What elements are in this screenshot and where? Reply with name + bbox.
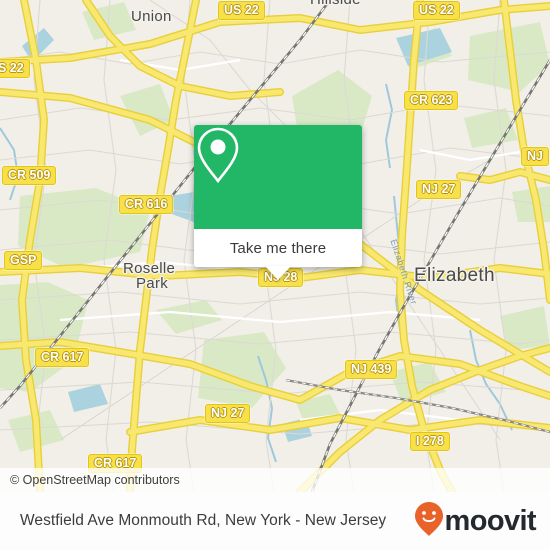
route-shield-nj-right: NJ [521, 147, 549, 166]
route-shield-nj27-lower: NJ 27 [205, 404, 251, 423]
route-shield-nj439: NJ 439 [345, 360, 398, 379]
route-shield-nj27-upper: NJ 27 [416, 180, 462, 199]
route-shield-cr617-upper: CR 617 [35, 348, 90, 367]
map-label-roselle-park: Park [136, 275, 169, 292]
moovit-pin-icon [414, 501, 444, 542]
route-shield-us22-top: US 22 [218, 1, 265, 20]
route-shield-gsp: GSP [4, 251, 43, 270]
map-label-hillside: Hillside [310, 0, 361, 8]
attribution-text: © OpenStreetMap contributors [10, 473, 180, 487]
route-shield-us22-right: US 22 [413, 1, 460, 20]
footer-bar: Westfield Ave Monmouth Rd, New York - Ne… [0, 492, 550, 550]
take-me-there-button[interactable]: Take me there [194, 229, 362, 267]
route-shield-cr616: CR 616 [119, 195, 174, 214]
map-canvas[interactable]: Union Hillside Elizabeth Roselle Park El… [0, 0, 550, 492]
map-attribution: © OpenStreetMap contributors [0, 468, 550, 492]
popup-header [194, 125, 362, 229]
route-shield-cr509: CR 509 [2, 166, 57, 185]
popup-pointer [265, 266, 291, 280]
route-shield-i278: I 278 [410, 432, 450, 451]
moovit-wordmark: moovit [444, 504, 537, 537]
map-label-elizabeth: Elizabeth [414, 265, 495, 286]
route-shield-us22-left: S 22 [0, 59, 30, 78]
location-title: Westfield Ave Monmouth Rd, New York - Ne… [20, 512, 387, 529]
moovit-logo[interactable]: moovit [414, 501, 537, 542]
destination-popup[interactable]: Take me there [194, 125, 362, 280]
moovit-map-page: Union Hillside Elizabeth Roselle Park El… [0, 0, 550, 550]
map-label-union: Union [131, 8, 172, 25]
route-shield-cr623: CR 623 [404, 91, 459, 110]
